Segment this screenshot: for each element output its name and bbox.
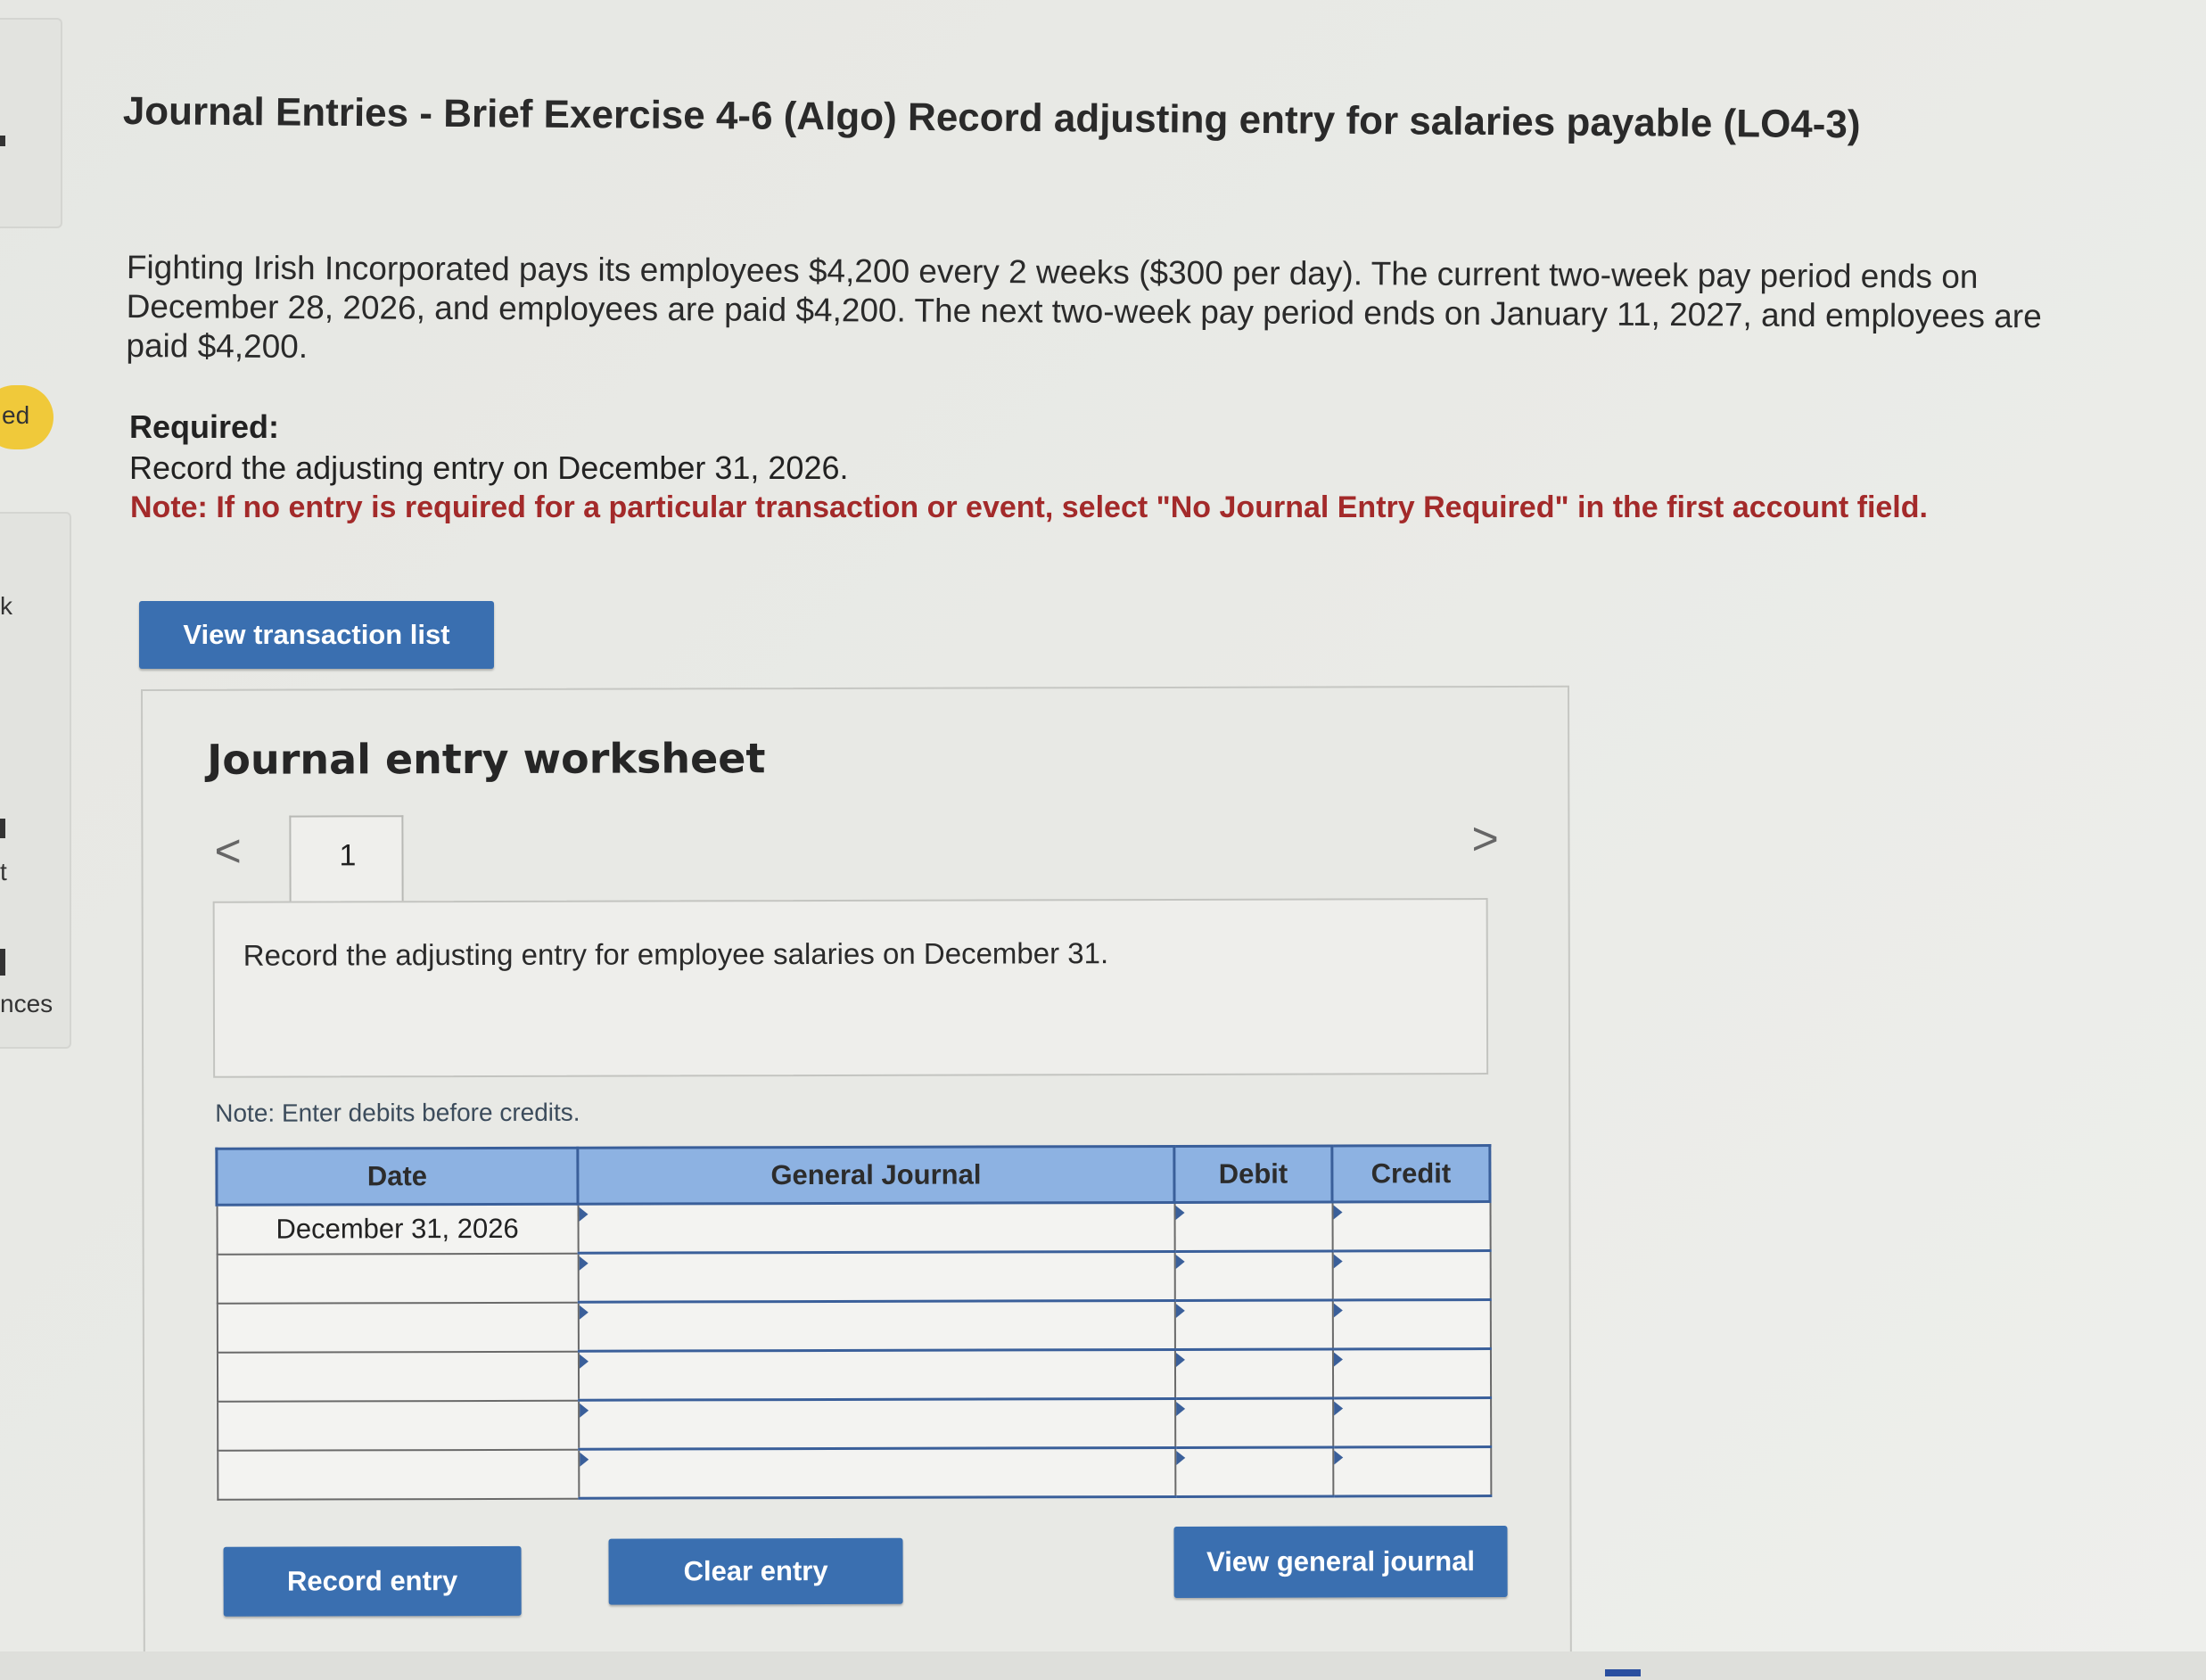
sidebar-marker [0, 949, 5, 976]
credit-field[interactable] [1332, 1299, 1491, 1350]
sidebar-item-label[interactable]: k [0, 592, 12, 621]
account-field[interactable] [578, 1398, 1175, 1450]
date-cell: December 31, 2026 [217, 1204, 579, 1255]
credit-field[interactable] [1332, 1348, 1491, 1399]
table-header-row: Date General Journal Debit Credit [216, 1145, 1491, 1206]
table-row [217, 1446, 1491, 1500]
credit-field[interactable] [1332, 1250, 1491, 1301]
sidebar-card-top [0, 18, 62, 228]
debit-field[interactable] [1174, 1398, 1333, 1448]
column-header-general-journal: General Journal [577, 1146, 1175, 1205]
problem-text: Fighting Irish Incorporated pays its emp… [126, 249, 2042, 366]
tab-entry-1[interactable]: 1 [289, 815, 404, 903]
account-field[interactable] [578, 1202, 1175, 1254]
required-label: Required: [129, 408, 280, 445]
chevron-left-icon[interactable]: < [214, 825, 242, 878]
clear-entry-button[interactable]: Clear entry [608, 1537, 903, 1605]
debit-field[interactable] [1174, 1251, 1333, 1301]
debit-field[interactable] [1174, 1349, 1333, 1399]
journal-entry-worksheet: Journal entry worksheet < 1 > Record the… [141, 685, 1572, 1663]
required-text: Record the adjusting entry on December 3… [129, 449, 849, 486]
journal-entry-table: Date General Journal Debit Credit Decemb… [215, 1144, 1493, 1501]
sidebar-badge-label: ed [2, 401, 30, 429]
date-cell [217, 1449, 579, 1500]
credit-field[interactable] [1332, 1446, 1491, 1497]
debit-field[interactable] [1174, 1300, 1333, 1350]
date-cell [217, 1302, 579, 1353]
sidebar-status-badge[interactable]: ed [0, 385, 54, 449]
view-general-journal-button[interactable]: View general journal [1173, 1525, 1508, 1598]
account-field[interactable] [578, 1447, 1175, 1499]
bottom-bar [0, 1651, 2206, 1680]
date-cell [217, 1351, 579, 1402]
debit-field[interactable] [1174, 1202, 1333, 1252]
table-row [217, 1299, 1491, 1353]
view-transaction-list-button[interactable]: View transaction list [139, 601, 494, 669]
column-header-date: Date [216, 1148, 579, 1206]
table-row [217, 1348, 1491, 1402]
account-field[interactable] [578, 1251, 1175, 1303]
entry-instruction-box: Record the adjusting entry for employee … [212, 898, 1489, 1078]
sidebar-marker [0, 136, 5, 146]
table-row [217, 1397, 1491, 1451]
record-entry-button[interactable]: Record entry [223, 1545, 522, 1617]
column-header-debit: Debit [1173, 1146, 1333, 1203]
entry-instruction: Record the adjusting entry for employee … [243, 936, 1109, 972]
tab-label: 1 [339, 838, 357, 873]
chevron-right-icon[interactable]: > [1471, 812, 1499, 866]
credit-field[interactable] [1332, 1201, 1491, 1252]
column-header-credit: Credit [1331, 1145, 1491, 1203]
sidebar-marker [0, 819, 5, 838]
required-note: Note: If no entry is required for a part… [130, 490, 1928, 524]
page-title: Journal Entries - Brief Exercise 4-6 (Al… [122, 89, 1861, 147]
debit-field[interactable] [1174, 1447, 1333, 1497]
sidebar-item-label[interactable]: t [0, 858, 7, 886]
table-row: December 31, 2026 [217, 1201, 1491, 1255]
table-row [217, 1250, 1491, 1304]
sidebar-item-label[interactable]: nces [0, 990, 53, 1018]
debits-credits-note: Note: Enter debits before credits. [215, 1098, 580, 1127]
account-field[interactable] [578, 1349, 1175, 1401]
date-cell [217, 1253, 579, 1304]
more-icon[interactable] [1605, 1669, 1641, 1676]
credit-field[interactable] [1332, 1397, 1491, 1448]
worksheet-title: Journal entry worksheet [207, 734, 766, 784]
date-cell [217, 1400, 579, 1451]
account-field[interactable] [578, 1300, 1175, 1352]
